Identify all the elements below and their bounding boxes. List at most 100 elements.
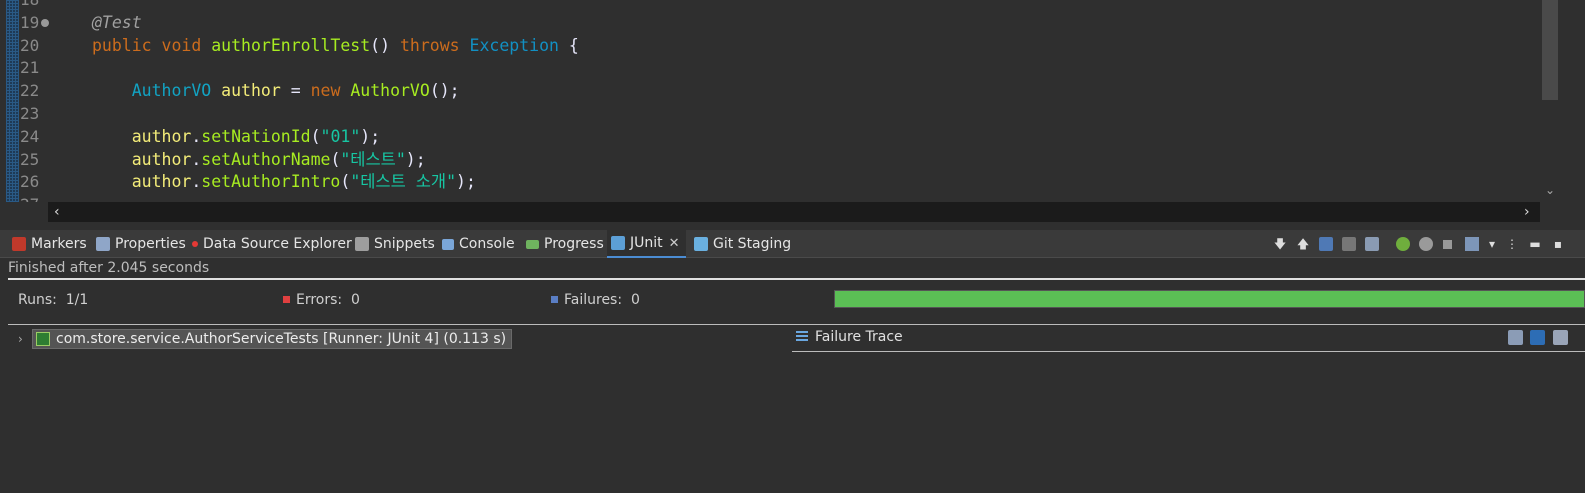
test-suite-item[interactable]: com.store.service.AuthorServiceTests [Ru… [32, 329, 513, 349]
code-editor[interactable]: 1819@Test20public void authorEnrollTest(… [0, 0, 1560, 202]
tab-snippets[interactable]: Snippets [355, 230, 435, 258]
line-number: 22 [20, 81, 40, 101]
code-line[interactable]: 19 @Test [0, 11, 1540, 34]
line-number: 23 [20, 104, 40, 123]
code-token: "테스트" [340, 149, 406, 169]
markers-icon [12, 237, 26, 251]
error-icon [283, 296, 290, 303]
code-token: ( [310, 126, 321, 146]
line-number: 18 [20, 0, 42, 11]
code-token: setAuthorName [201, 149, 331, 169]
run-status-text: Finished after 2.045 seconds [8, 260, 210, 276]
code-token: ( [340, 172, 351, 192]
code-token: throws [399, 35, 470, 55]
scroll-left-icon[interactable]: ‹ [54, 204, 60, 220]
code-text: AuthorVO author = new AuthorVO(); [92, 79, 460, 102]
test-run-history-icon[interactable] [1465, 237, 1479, 251]
tab-data-source-explorer[interactable]: Data Source Explorer [192, 230, 352, 258]
code-line[interactable]: 26 author.setAuthorIntro("테스트 소개"); [0, 170, 1540, 193]
stop-icon[interactable] [1443, 240, 1452, 249]
code-line[interactable]: 20 public void authorEnrollTest() throws … [0, 34, 1540, 57]
code-text: @Test [92, 11, 142, 34]
tab-git-staging[interactable]: Git Staging [694, 230, 791, 258]
test-tree[interactable]: › com.store.service.AuthorServiceTests [… [8, 328, 788, 488]
code-line[interactable]: 21 [0, 56, 1540, 79]
scroll-down-icon[interactable]: ⌄ [1542, 182, 1558, 198]
code-token: void [161, 35, 212, 55]
tab-junit[interactable]: JUnit ✕ [607, 230, 686, 258]
show-failures-only-icon[interactable] [1319, 237, 1333, 251]
code-token: author [131, 126, 192, 146]
tab-markers[interactable]: Markers [12, 230, 87, 258]
minimize-icon[interactable]: ▬ [1528, 237, 1542, 251]
console-icon [442, 238, 454, 250]
code-token: setAuthorIntro [201, 172, 341, 192]
maximize-icon[interactable]: ▪ [1551, 237, 1565, 251]
fold-toggle-icon[interactable] [41, 18, 49, 27]
code-token: = [280, 81, 311, 101]
code-token: ); [360, 126, 381, 146]
code-token: Exception [469, 35, 559, 55]
divider [8, 278, 1585, 280]
code-line[interactable]: 18 [0, 0, 1540, 11]
previous-failure-icon[interactable]: 🡅 [1296, 237, 1310, 251]
rerun-failed-first-icon[interactable] [1419, 237, 1433, 251]
test-progress-bar [834, 290, 1585, 308]
code-token: @Test [92, 12, 142, 32]
tab-properties[interactable]: Properties [96, 230, 186, 258]
code-text: public void authorEnrollTest() throws Ex… [92, 34, 579, 57]
tab-console[interactable]: Console [442, 230, 515, 258]
code-token: new [310, 81, 351, 101]
code-token: setNationId [201, 126, 311, 146]
code-token: { [558, 35, 579, 55]
code-token: . [191, 172, 202, 192]
code-line[interactable]: 24 author.setNationId("01"); [0, 125, 1540, 148]
vertical-scroll-thumb[interactable] [1542, 0, 1558, 100]
layout-icon[interactable] [1365, 237, 1379, 251]
next-failure-icon[interactable]: 🡇 [1273, 237, 1287, 251]
code-token: "테스트 소개" [350, 172, 457, 192]
code-text: author.setNationId("01"); [92, 125, 380, 148]
code-token: author [131, 172, 192, 192]
code-token: . [191, 126, 202, 146]
code-text: author.setAuthorIntro("테스트 소개"); [92, 170, 476, 193]
scroll-lock-icon[interactable] [1342, 237, 1356, 251]
copy-trace-icon[interactable] [1553, 330, 1568, 345]
code-line[interactable]: 25 author.setAuthorName("테스트"); [0, 148, 1540, 171]
views-panel: Markers Properties Data Source Explorer … [0, 226, 1585, 493]
compare-result-icon[interactable] [1508, 330, 1523, 345]
runs-counter: Runs: 1/1 [18, 292, 89, 308]
progress-icon [526, 239, 539, 249]
chevron-right-icon[interactable]: › [18, 332, 32, 346]
snippets-icon [355, 237, 369, 251]
code-token: "01" [320, 126, 361, 146]
code-line[interactable]: 22 AuthorVO author = new AuthorVO(); [0, 79, 1540, 102]
rerun-test-icon[interactable] [1396, 237, 1410, 251]
errors-counter: Errors: 0 [283, 292, 360, 308]
code-token: authorEnrollTest [211, 35, 371, 55]
close-icon[interactable]: ✕ [669, 236, 680, 251]
scroll-right-icon[interactable]: › [1524, 204, 1530, 220]
code-token: ); [456, 172, 476, 192]
code-line[interactable]: 27 [0, 193, 1540, 202]
line-number: 24 [20, 126, 40, 146]
line-number: 20 [20, 35, 40, 55]
filter-stack-trace-icon[interactable] [1530, 330, 1545, 345]
code-token: public [92, 35, 162, 55]
code-token: ( [330, 149, 341, 169]
horizontal-scrollbar[interactable]: ‹ › [48, 202, 1540, 222]
view-menu-icon[interactable]: ⋮ [1505, 237, 1519, 251]
data-source-icon [192, 241, 198, 247]
line-number: 27 [20, 193, 42, 202]
tree-row[interactable]: › com.store.service.AuthorServiceTests [… [18, 328, 513, 350]
tab-progress[interactable]: Progress [526, 230, 604, 258]
line-number: 21 [20, 58, 40, 78]
chevron-down-icon[interactable]: ▾ [1485, 237, 1499, 251]
code-line[interactable]: 23 [0, 102, 1540, 125]
code-token: (); [429, 81, 460, 101]
line-number: 19 [20, 12, 40, 32]
